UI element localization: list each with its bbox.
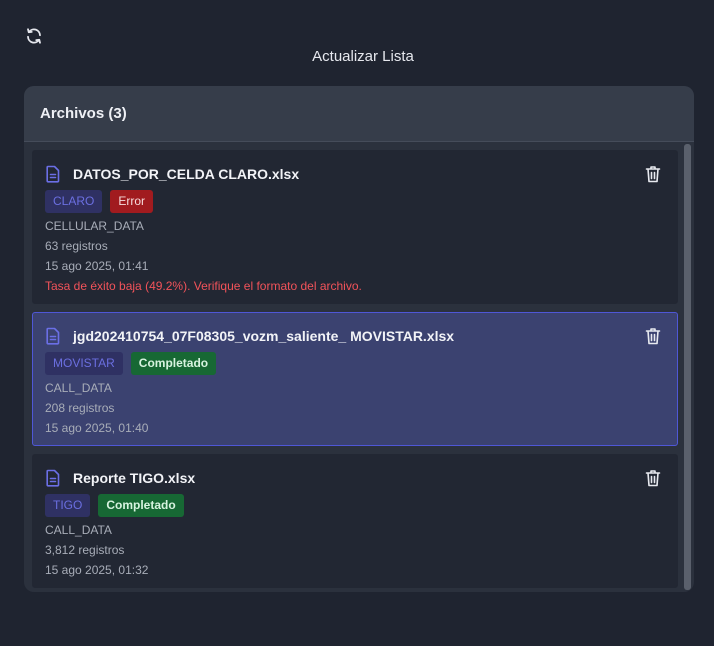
- scrollbar[interactable]: [684, 144, 691, 590]
- files-panel-header: Archivos (3): [24, 86, 694, 142]
- status-badge: Error: [110, 190, 154, 213]
- file-badges: CLARO Error: [45, 190, 665, 213]
- file-name: DATOS_POR_CELDA CLARO.xlsx: [73, 166, 300, 182]
- file-data-type: CALL_DATA: [45, 523, 112, 537]
- file-card[interactable]: Reporte TIGO.xlsx TIGO Completado CALL_D…: [32, 454, 678, 588]
- trash-icon[interactable]: [645, 165, 663, 183]
- file-name: Reporte TIGO.xlsx: [73, 470, 196, 486]
- trash-icon[interactable]: [645, 327, 663, 345]
- app-page: Actualizar Lista Archivos (3) DATOS_POR_…: [0, 0, 714, 646]
- file-card-header: jgd202410754_07F08305_vozm_saliente_ MOV…: [45, 326, 665, 346]
- file-date: 15 ago 2025, 01:32: [45, 563, 149, 577]
- operator-badge: TIGO: [45, 494, 91, 517]
- file-card-header: DATOS_POR_CELDA CLARO.xlsx: [45, 164, 665, 184]
- files-panel-title: Archivos (3): [40, 105, 127, 122]
- file-badges: MOVISTAR Completado: [45, 352, 665, 375]
- operator-badge: MOVISTAR: [45, 352, 123, 375]
- file-card[interactable]: DATOS_POR_CELDA CLARO.xlsx CLARO Error C…: [32, 150, 678, 304]
- file-record-count: 208 registros: [45, 401, 115, 415]
- operator-badge: CLARO: [45, 190, 103, 213]
- refresh-icon[interactable]: [24, 26, 44, 46]
- file-icon: [45, 165, 61, 183]
- file-record-count: 63 registros: [45, 239, 108, 253]
- file-error-message: Tasa de éxito baja (49.2%). Verifique el…: [45, 279, 362, 293]
- file-card-selected[interactable]: jgd202410754_07F08305_vozm_saliente_ MOV…: [32, 312, 678, 446]
- file-date: 15 ago 2025, 01:40: [45, 421, 149, 435]
- status-badge: Completado: [130, 352, 217, 375]
- file-list: DATOS_POR_CELDA CLARO.xlsx CLARO Error C…: [32, 150, 678, 592]
- refresh-list-label[interactable]: Actualizar Lista: [0, 48, 714, 65]
- file-icon: [45, 327, 61, 345]
- file-name: jgd202410754_07F08305_vozm_saliente_ MOV…: [73, 328, 455, 344]
- file-data-type: CELLULAR_DATA: [45, 219, 144, 233]
- file-date: 15 ago 2025, 01:41: [45, 259, 149, 273]
- files-panel: Archivos (3) DATOS_POR_CELDA CLARO.xlsx: [24, 86, 694, 592]
- status-badge: Completado: [98, 494, 184, 517]
- scrollbar-thumb[interactable]: [684, 144, 691, 590]
- file-card-header: Reporte TIGO.xlsx: [45, 468, 665, 488]
- trash-icon[interactable]: [645, 469, 663, 487]
- file-data-type: CALL_DATA: [45, 381, 112, 395]
- file-icon: [45, 469, 61, 487]
- file-record-count: 3,812 registros: [45, 543, 125, 557]
- file-badges: TIGO Completado: [45, 494, 665, 517]
